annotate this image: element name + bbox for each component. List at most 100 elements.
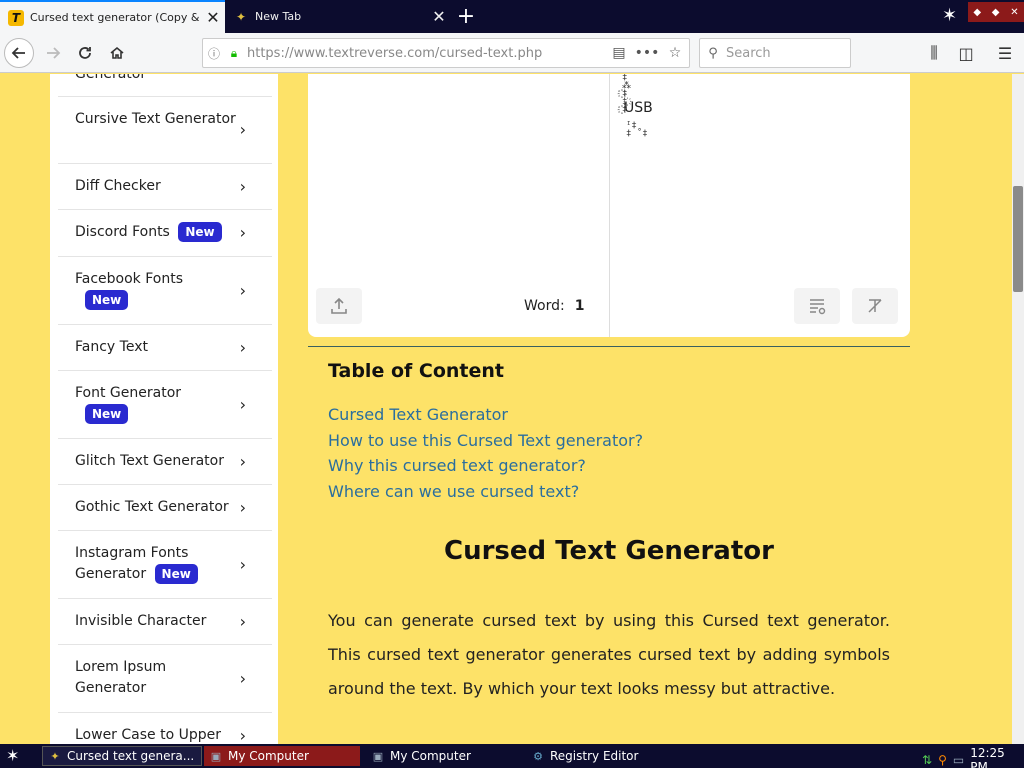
textreverse-favicon-icon: T: [8, 9, 24, 26]
minimize-window-icon[interactable]: ◆: [973, 7, 981, 18]
close-tab-icon[interactable]: ✕: [427, 7, 451, 26]
search-icon: ⚲: [708, 45, 718, 61]
forward-arrow-icon: [47, 47, 61, 59]
chevron-right-icon: ›: [239, 668, 246, 688]
sidebar-item-gothic-text[interactable]: Gothic Text Generator ›: [58, 485, 272, 531]
sidebar-item-label: Discord Fonts New: [75, 222, 245, 243]
close-window-icon[interactable]: ✕: [1010, 7, 1018, 18]
os-taskbar: ✶ ✦ Cursed text genera... ▣ My Computer …: [0, 744, 1024, 768]
lock-icon[interactable]: 🔒︎: [225, 46, 243, 61]
close-tab-icon[interactable]: ✕: [201, 8, 225, 27]
pin-window-icon[interactable]: ✶: [942, 5, 957, 26]
chevron-right-icon: ›: [239, 554, 246, 574]
toc-link-where[interactable]: Where can we use cursed text?: [328, 482, 579, 501]
clear-format-button[interactable]: [852, 288, 898, 324]
sidebar-item-lorem-ipsum[interactable]: Lorem Ipsum Generator ›: [58, 645, 272, 713]
sidebar-item-lower-case-to-upper[interactable]: Lower Case to Upper ›: [58, 713, 272, 745]
system-tray: ⇅ ⚲ ▭ 12:25 PM: [922, 746, 1024, 768]
sidebar-item-label: Font Generator New: [75, 383, 245, 425]
back-button[interactable]: [4, 38, 34, 68]
chevron-right-icon: ›: [239, 337, 246, 357]
home-button[interactable]: [102, 38, 132, 68]
sidebar-item-label: Instagram Fonts Generator New: [75, 543, 225, 585]
home-icon: [110, 46, 124, 59]
chevron-right-icon: ›: [239, 120, 246, 139]
info-icon[interactable]: ⓘ: [203, 45, 225, 62]
taskbar-item-firefox[interactable]: ✦ Cursed text genera...: [42, 746, 202, 766]
toc-link-why[interactable]: Why this cursed text generator?: [328, 456, 586, 475]
computer-icon: ▣: [210, 749, 222, 763]
sidebar-item-discord-fonts[interactable]: Discord Fonts New ›: [58, 210, 272, 257]
sidebar-item-facebook-fonts[interactable]: Facebook Fonts New ›: [58, 257, 272, 325]
reload-icon: [79, 47, 91, 59]
toc-link-cursed-text-generator[interactable]: Cursed Text Generator: [328, 405, 508, 424]
taskbar-item-my-computer-1[interactable]: ▣ My Computer: [204, 746, 360, 766]
new-tab-button[interactable]: +: [452, 0, 480, 33]
sidebar-item-instagram-fonts[interactable]: Instagram Fonts Generator New ›: [58, 531, 272, 599]
chevron-right-icon: ›: [239, 611, 246, 631]
search-tray-icon[interactable]: ⚲: [938, 753, 947, 767]
library-icon[interactable]: ⫼: [919, 38, 949, 68]
maximize-window-icon[interactable]: ◆: [992, 7, 1000, 18]
page-actions-icon[interactable]: •••: [633, 45, 661, 61]
section-divider: [308, 346, 910, 347]
sidebar-item-invisible-character[interactable]: Invisible Character ›: [58, 599, 272, 645]
sidebar-item-label: Invisible Character: [75, 613, 207, 629]
main-content: Word: 1 ‡ ⁂҈‡ ‡҉҈‡ USB ᴵ‡ ‡ ˚‡ Table of Cont…: [278, 74, 1012, 744]
tab-title: Cursed text generator (Copy & Pa: [30, 11, 201, 24]
scrollbar-thumb[interactable]: [1013, 186, 1023, 292]
clock: 12:25 PM: [970, 746, 1005, 768]
bookmark-star-icon[interactable]: ☆: [661, 45, 689, 61]
chevron-right-icon: ›: [239, 176, 246, 196]
menu-hamburger-icon[interactable]: ☰: [990, 38, 1020, 68]
reader-view-icon[interactable]: ▤: [605, 45, 633, 61]
chevron-right-icon: ›: [239, 223, 246, 242]
display-icon[interactable]: ▭: [953, 753, 964, 767]
sidebar-item-diff-checker[interactable]: Diff Checker ›: [58, 164, 272, 210]
sidebar-toggle-icon[interactable]: ◫: [951, 38, 981, 68]
sidebar-item-label: Gothic Text Generator: [75, 499, 229, 515]
word-counter: Word: 1: [524, 298, 585, 314]
reload-button[interactable]: [70, 38, 100, 68]
taskbar-item-registry-editor[interactable]: ⚙ Registry Editor: [526, 746, 686, 766]
sidebar-item-label: Facebook Fonts New: [75, 269, 245, 311]
sidebar-item-generator[interactable]: Generator: [58, 74, 272, 97]
text-editor-card: Word: 1 ‡ ⁂҈‡ ‡҉҈‡ USB ᴵ‡ ‡ ˚‡: [308, 74, 910, 337]
new-tab-favicon-icon: ✦: [235, 9, 247, 24]
firefox-icon: ✦: [50, 749, 60, 763]
computer-icon: ▣: [372, 749, 384, 763]
upload-button[interactable]: [316, 288, 362, 324]
taskbar-item-my-computer-2[interactable]: ▣ My Computer: [366, 746, 522, 766]
sidebar-item-label: Diff Checker: [75, 178, 161, 194]
url-bar[interactable]: ⓘ 🔒︎ https://www.textreverse.com/cursed-…: [202, 38, 690, 68]
url-text[interactable]: https://www.textreverse.com/cursed-text.…: [243, 46, 605, 61]
tab-strip: T Cursed text generator (Copy & Pa ✕ ✦ N…: [0, 0, 1024, 33]
clear-format-icon: [868, 299, 882, 313]
tab-cursed-text[interactable]: T Cursed text generator (Copy & Pa ✕: [0, 0, 225, 33]
tab-new-tab[interactable]: ✦ New Tab ✕: [225, 0, 451, 33]
tab-title: New Tab: [255, 10, 302, 23]
start-menu-icon[interactable]: ✶: [6, 746, 19, 765]
upload-icon: [331, 297, 347, 314]
cursed-text-output[interactable]: ‡ ⁂҈‡ ‡҉҈‡ USB ᴵ‡ ‡ ˚‡: [622, 74, 662, 150]
sidebar-item-label: Fancy Text: [75, 339, 148, 355]
new-badge: New: [85, 404, 129, 424]
network-icon[interactable]: ⇅: [922, 753, 932, 767]
sidebar-item-label: Lorem Ipsum Generator: [75, 659, 167, 696]
sidebar-item-glitch-text[interactable]: Glitch Text Generator ›: [58, 439, 272, 485]
sidebar-item-cursive-text[interactable]: Cursive Text Generator ›: [58, 97, 272, 164]
toc-heading: Table of Content: [328, 360, 504, 382]
page-scrollbar[interactable]: [1012, 74, 1024, 744]
sidebar-item-fancy-text[interactable]: Fancy Text ›: [58, 325, 272, 371]
text-format-button[interactable]: [794, 288, 840, 324]
toc-link-how-to-use[interactable]: How to use this Cursed Text generator?: [328, 431, 643, 450]
search-placeholder: Search: [726, 45, 771, 61]
chevron-right-icon: ›: [239, 725, 246, 745]
search-input[interactable]: ⚲ Search: [699, 38, 851, 68]
sidebar-item-label: Cursive Text Generator: [75, 111, 236, 127]
chevron-right-icon: ›: [239, 497, 246, 517]
forward-button[interactable]: [38, 38, 68, 68]
sidebar-item-font-generator[interactable]: Font Generator New ›: [58, 371, 272, 439]
chevron-right-icon: ›: [239, 394, 246, 414]
registry-editor-icon: ⚙: [533, 749, 543, 763]
